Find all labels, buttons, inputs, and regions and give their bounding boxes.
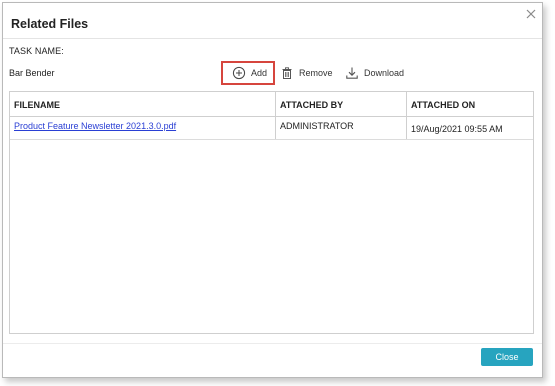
remove-label: Remove [299,68,333,78]
download-icon [345,66,359,80]
add-label: Add [251,68,268,78]
related-files-dialog: Related Files TASK NAME: Bar Bender Add [2,2,543,378]
table-row[interactable]: Product Feature Newsletter 2021.3.0.pdf … [10,117,533,140]
add-button[interactable]: Add [221,61,275,85]
close-button[interactable]: Close [481,348,533,366]
download-button[interactable]: Download [345,61,404,85]
remove-button[interactable]: Remove [280,61,333,85]
trash-icon [280,66,294,80]
column-header-filename[interactable]: FILENAME [10,92,276,116]
column-header-attached-on[interactable]: ATTACHED ON [407,92,533,116]
attached-on-cell: 19/Aug/2021 09:55 AM [411,124,503,134]
table-header: FILENAME ATTACHED BY ATTACHED ON [10,92,533,117]
footer-divider [3,343,542,344]
column-header-attached-by[interactable]: ATTACHED BY [276,92,407,116]
dialog-title: Related Files [11,17,89,31]
plus-circle-icon [232,66,246,80]
files-table: FILENAME ATTACHED BY ATTACHED ON Product… [9,91,534,334]
filename-cell: Product Feature Newsletter 2021.3.0.pdf [14,121,176,131]
title-divider [3,38,542,39]
task-name-label: TASK NAME: [9,46,64,56]
attached-by-cell: ADMINISTRATOR [280,121,354,131]
close-icon[interactable] [524,7,538,21]
task-name-value: Bar Bender [9,68,55,78]
download-label: Download [364,68,405,78]
file-link[interactable]: Product Feature Newsletter 2021.3.0.pdf [14,121,176,131]
